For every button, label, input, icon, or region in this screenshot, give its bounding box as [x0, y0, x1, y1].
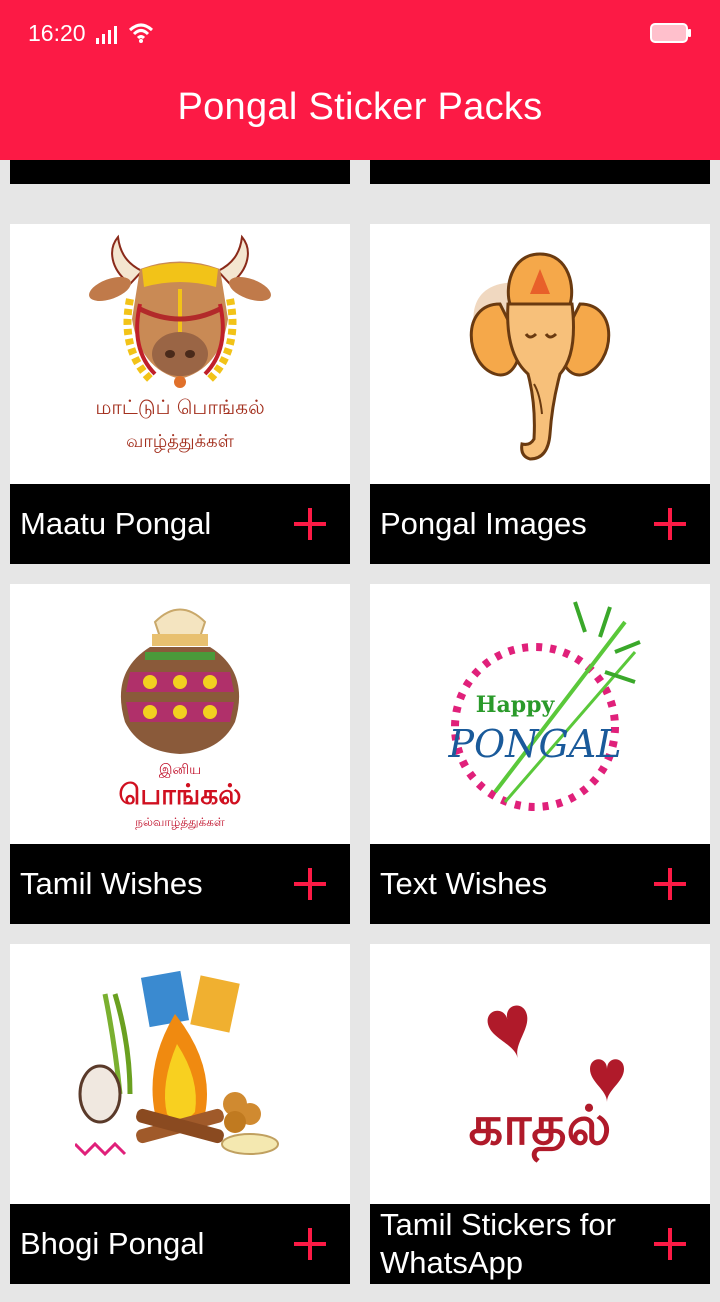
pack-card-maatu-pongal[interactable]: மாட்டுப் பொங்கல் வாழ்த்துக்கள் Maatu Pon… — [10, 224, 350, 564]
tamil-caption-line1: இனிய — [159, 762, 201, 778]
tamil-caption-line2: பொங்கல் — [119, 778, 242, 811]
pack-image: காதல் — [370, 944, 710, 1204]
partial-card-right[interactable] — [370, 160, 710, 184]
tamil-caption-line1: மாட்டுப் பொங்கல் — [95, 395, 264, 419]
pack-image — [370, 224, 710, 484]
pack-card-bhogi-pongal[interactable]: Bhogi Pongal — [10, 944, 350, 1284]
pack-title-bar: Tamil Wishes — [10, 844, 350, 924]
partial-card-left[interactable] — [10, 160, 350, 184]
sticker-pack-list[interactable]: மாட்டுப் பொங்கல் வாழ்த்துக்கள் Maatu Pon… — [0, 0, 720, 1302]
plus-icon[interactable] — [652, 1226, 688, 1262]
pack-label: Tamil Wishes — [20, 866, 203, 901]
pack-image: மாட்டுப் பொங்கல் வாழ்த்துக்கள் — [10, 224, 350, 484]
pack-label: Pongal Images — [380, 506, 587, 541]
app-bar: 16:20 Pongal Sticker Packs — [0, 0, 720, 160]
tamil-caption-line3: நல்வாழ்த்துக்கள் — [135, 815, 225, 830]
pack-card-pongal-images[interactable]: Pongal Images — [370, 224, 710, 564]
tamil-caption: காதல் — [469, 1094, 612, 1164]
pack-title-bar: Text Wishes — [370, 844, 710, 924]
signal-icon — [96, 26, 117, 44]
kadhal-hearts-icon: காதல் — [469, 1005, 624, 1164]
page-title: Pongal Sticker Packs — [177, 86, 543, 128]
decorated-bull-icon: மாட்டுப் பொங்கல் வாழ்த்துக்கள் — [89, 234, 271, 453]
pack-label: Tamil Stickers for WhatsApp — [380, 1207, 616, 1280]
pack-image — [10, 944, 350, 1204]
pack-card-tamil-wishes[interactable]: இனிய பொங்கல் நல்வாழ்த்துக்கள் Tamil Wish… — [10, 584, 350, 924]
status-bar: 16:20 — [0, 0, 720, 64]
art-text-line2: PONGAL — [447, 722, 621, 766]
pack-image: Happy PONGAL — [370, 584, 710, 844]
pack-image: இனிய பொங்கல் நல்வாழ்த்துக்கள் — [10, 584, 350, 844]
happy-pongal-text-icon: Happy PONGAL — [447, 600, 641, 811]
pack-title-bar: Tamil Stickers for WhatsApp — [370, 1204, 710, 1284]
pack-label: Text Wishes — [380, 866, 548, 901]
pack-label: Bhogi Pongal — [20, 1226, 205, 1261]
plus-icon[interactable] — [652, 866, 688, 902]
tamil-caption-line2: வாழ்த்துக்கள் — [126, 431, 234, 453]
pack-title-bar: Maatu Pongal — [10, 484, 350, 564]
ganesha-icon — [469, 252, 611, 461]
art-text-line1: Happy — [476, 692, 556, 718]
bonfire-icon — [75, 970, 279, 1157]
pack-title-bar: Bhogi Pongal — [10, 1204, 350, 1284]
wifi-icon — [128, 23, 154, 43]
plus-icon[interactable] — [652, 506, 688, 542]
status-time: 16:20 — [28, 20, 86, 46]
pongal-pot-icon: இனிய பொங்கல் நல்வாழ்த்துக்கள் — [119, 608, 242, 830]
plus-icon[interactable] — [292, 506, 328, 542]
battery-icon — [650, 23, 691, 43]
pack-card-text-wishes[interactable]: Happy PONGAL Text Wishes — [370, 584, 710, 924]
pack-title-bar: Pongal Images — [370, 484, 710, 564]
pack-label: Maatu Pongal — [20, 506, 212, 541]
pack-card-tamil-stickers[interactable]: காதல் Tamil Stickers for WhatsApp — [370, 944, 710, 1284]
plus-icon[interactable] — [292, 1226, 328, 1262]
plus-icon[interactable] — [292, 866, 328, 902]
